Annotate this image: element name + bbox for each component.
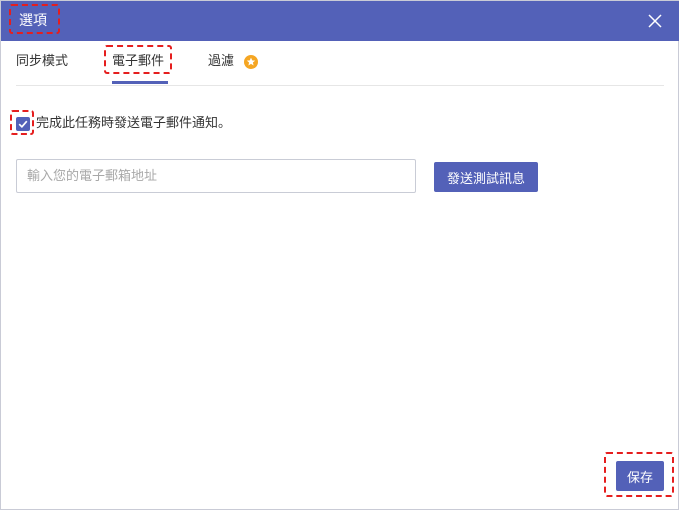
email-notify-label: 完成此任務時發送電子郵件通知。 <box>36 116 232 131</box>
email-notify-checkbox[interactable] <box>16 117 30 131</box>
tab-email[interactable]: 電子郵件 <box>112 53 164 71</box>
tab-sync-mode[interactable]: 同步模式 <box>16 53 68 71</box>
dialog-titlebar: 選項 <box>1 1 679 41</box>
send-test-message-button[interactable]: 發送測試訊息 <box>434 162 538 192</box>
tab-filter-label: 過濾 <box>208 54 235 69</box>
email-notify-option[interactable]: 完成此任務時發送電子郵件通知。 <box>16 116 231 132</box>
email-address-input[interactable] <box>16 159 416 193</box>
options-dialog: 選項 同步模式 電子郵件 過濾 完成此任務時發送電子郵件通知。 輸入您的電子郵箱… <box>0 0 679 510</box>
close-icon[interactable] <box>646 12 664 30</box>
tab-filter[interactable]: 過濾 <box>208 53 259 71</box>
dialog-title: 選項 <box>19 13 47 29</box>
active-tab-indicator <box>112 81 168 84</box>
star-icon <box>244 55 259 69</box>
save-button[interactable]: 保存 <box>616 461 664 491</box>
tab-bar: 同步模式 電子郵件 過濾 <box>16 41 664 86</box>
